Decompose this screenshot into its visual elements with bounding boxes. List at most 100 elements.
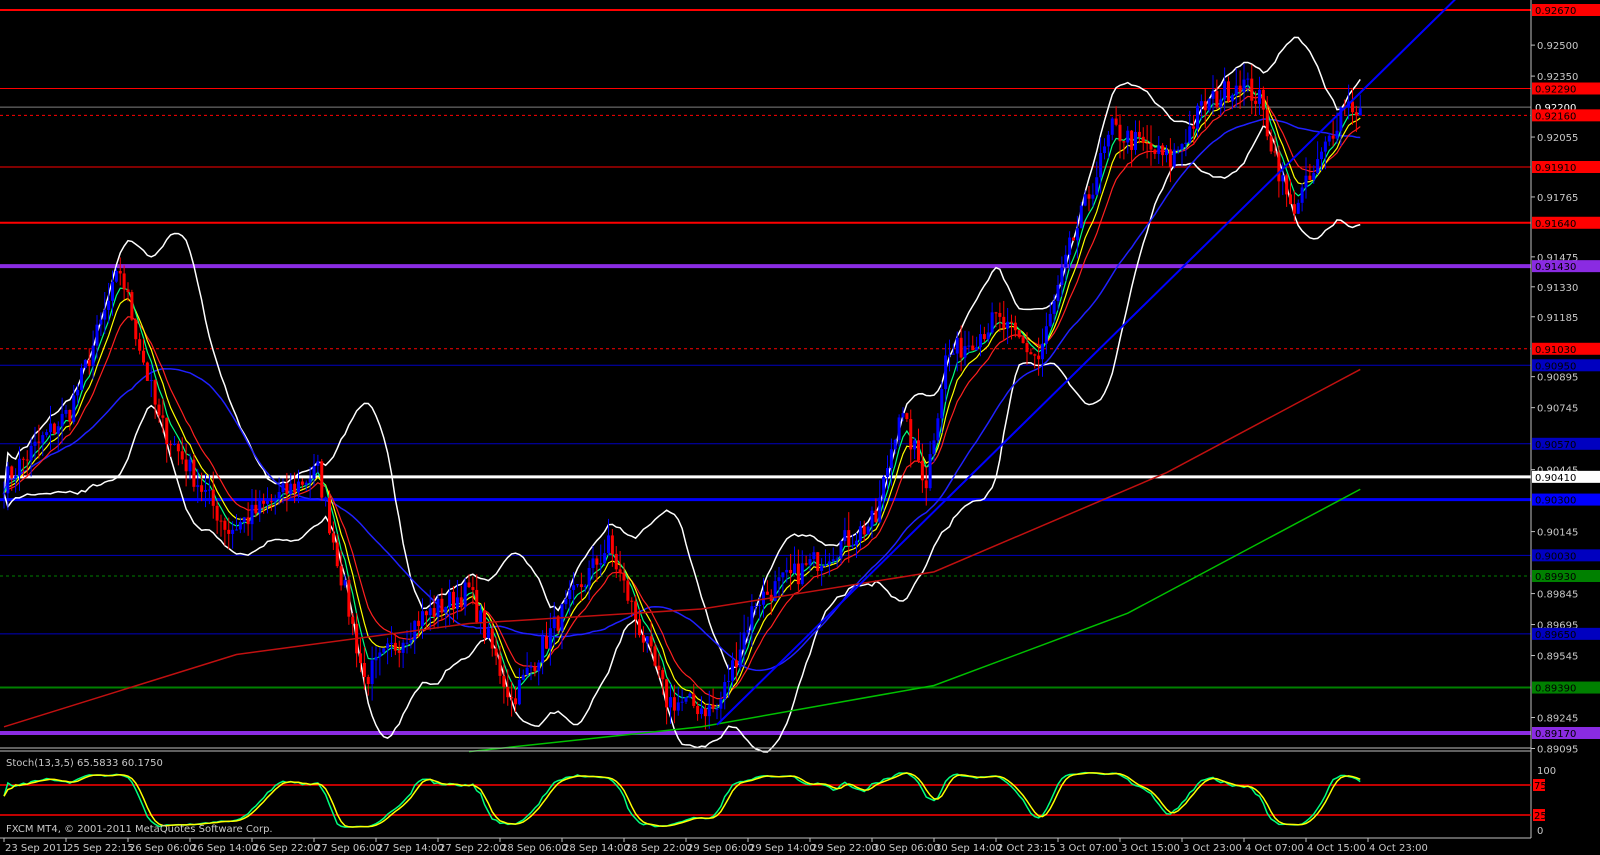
candle-body [180, 451, 184, 460]
candle-body [142, 350, 145, 363]
candle-body [471, 587, 475, 590]
candle-body [424, 611, 428, 616]
candle-body [1335, 130, 1339, 139]
candle-body [812, 552, 816, 560]
level-price-label: 0.92290 [1535, 84, 1576, 95]
candle-body [754, 605, 758, 607]
candle-body [277, 492, 281, 500]
time-tick-label: 26 Sep 14:00 [191, 843, 258, 854]
candle-body [118, 270, 122, 274]
candle-body [1285, 175, 1289, 195]
candle-body [990, 312, 994, 333]
candle-body [223, 520, 227, 530]
candle-body [537, 662, 541, 672]
candle-body [541, 635, 545, 663]
candle-body [657, 665, 661, 671]
candle-body [1013, 322, 1017, 331]
candle-body [80, 367, 83, 390]
price-tick-label: 0.89845 [1537, 590, 1578, 601]
candle-body [1037, 355, 1041, 360]
candle-body [572, 585, 576, 591]
candle-body [641, 635, 645, 643]
candle-body [1006, 321, 1010, 329]
candle-body [351, 616, 355, 624]
time-tick-label: 27 Sep 22:00 [439, 843, 506, 854]
candle-body [1188, 126, 1192, 143]
candle-body [645, 636, 649, 643]
candle-body [1145, 142, 1149, 144]
candle-body [1265, 109, 1269, 137]
candle-body [390, 642, 393, 644]
candle-body [1056, 285, 1060, 302]
time-tick-label: 29 Sep 22:00 [811, 843, 878, 854]
candle-body [436, 598, 440, 617]
candle-body [638, 619, 641, 636]
candle-body [800, 563, 804, 585]
candle-body [1126, 130, 1130, 143]
candle-body [1157, 145, 1161, 154]
candle-body [824, 564, 827, 566]
candle-body [111, 281, 114, 301]
level-price-label: 0.90300 [1535, 496, 1576, 507]
candle-body [1296, 202, 1300, 214]
candle-body [45, 432, 49, 436]
candle-body [618, 569, 622, 573]
candle-body [599, 563, 603, 565]
candle-body [200, 485, 204, 492]
time-tick-label: 27 Sep 14:00 [377, 843, 444, 854]
candle-body [1110, 118, 1114, 135]
candle-body [1083, 194, 1087, 206]
footer-copyright: FXCM MT4, © 2001-2011 MetaQuotes Softwar… [6, 824, 273, 835]
candle-body [1103, 146, 1106, 154]
candle-body [273, 499, 277, 502]
candle-body [711, 704, 715, 709]
stoch-level-label: 25 [1534, 811, 1547, 822]
candle-body [1312, 173, 1316, 180]
level-price-label: 0.92160 [1535, 111, 1576, 122]
candle-body [1215, 91, 1219, 108]
time-tick-label: 30 Sep 14:00 [935, 843, 1002, 854]
candle-body [56, 426, 60, 434]
candle-body [157, 404, 161, 416]
candle-body [374, 656, 378, 661]
price-chart: 75 25 100 0 0.92500 0.92350 0.92055 0.91765 0.9… [0, 0, 1600, 855]
candle-body [1316, 159, 1320, 174]
candle-body [936, 418, 940, 441]
candle-body [510, 697, 514, 699]
candle-body [882, 476, 886, 498]
level-price-label: 0.90570 [1535, 440, 1576, 451]
candle-body [498, 655, 502, 676]
candle-body [1192, 126, 1196, 129]
candle-body [304, 482, 308, 485]
price-tick-label: 0.91765 [1537, 193, 1578, 204]
candle-body [324, 497, 328, 499]
candle-body [1308, 175, 1312, 180]
candle-body [564, 598, 568, 605]
candle-body [727, 680, 731, 683]
candle-body [316, 461, 320, 466]
candle-body [1273, 151, 1277, 153]
candle-body [1211, 91, 1215, 99]
candle-body [1300, 187, 1304, 203]
candle-body [975, 347, 979, 351]
candle-body [343, 580, 347, 586]
candle-body [758, 604, 762, 606]
candle-body [886, 468, 889, 477]
candle-body [145, 362, 149, 381]
candle-body [1223, 81, 1227, 100]
time-tick-label: 4 Oct 07:00 [1245, 843, 1304, 854]
candle-body [1002, 316, 1006, 329]
candle-body [72, 395, 76, 422]
candle-body [320, 461, 324, 498]
candle-body [831, 559, 835, 562]
candle-body [963, 346, 967, 358]
candle-body [347, 580, 351, 617]
candle-body [951, 353, 955, 355]
stoch-scale-label: 0 [1537, 826, 1543, 837]
candle-body [917, 440, 920, 461]
candle-body [176, 443, 180, 452]
time-tick-label: 28 Sep 22:00 [625, 843, 692, 854]
candle-body [1269, 136, 1273, 152]
candle-body [219, 520, 223, 522]
candle-body [1242, 79, 1246, 93]
